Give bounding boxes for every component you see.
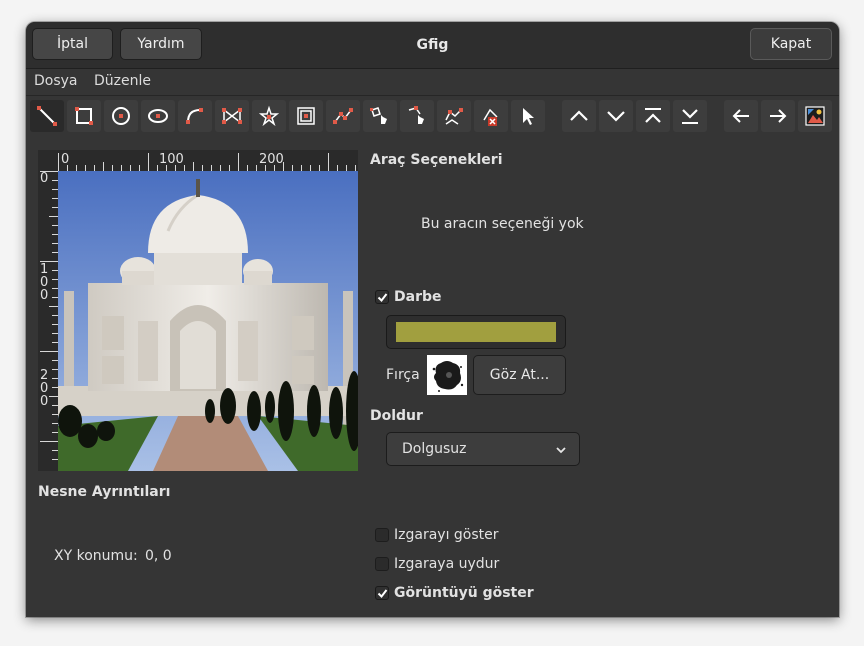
show-image-label[interactable]: Görüntüyü göster (394, 585, 534, 601)
ruler-horizontal: 0 100 200 (58, 150, 358, 171)
menu-edit[interactable]: Düzenle (94, 73, 151, 89)
toolbar (26, 96, 839, 138)
lower-icon (607, 111, 625, 122)
select-pointer-button[interactable] (511, 100, 545, 132)
show-all-button[interactable] (798, 100, 832, 132)
ruler-vertical-ticks (40, 171, 58, 460)
line-tool-button[interactable] (30, 100, 64, 132)
show-grid-label[interactable]: Izgarayı göster (394, 527, 499, 543)
move-point-icon (408, 106, 424, 124)
ruler-corner (38, 150, 58, 171)
circle-tool-button[interactable] (104, 100, 138, 132)
lower-to-bottom-icon (682, 109, 698, 124)
raise-icon (570, 110, 588, 121)
check-icon (377, 589, 388, 599)
stroke-color-button[interactable] (386, 315, 566, 349)
previous-button[interactable] (724, 100, 758, 132)
polygon-tool-button[interactable] (215, 100, 249, 132)
star-tool-button[interactable] (252, 100, 286, 132)
xy-position-value: 0, 0 (145, 548, 172, 564)
ruler-horizontal-ticks (58, 153, 356, 171)
preview-image (58, 171, 358, 471)
raise-to-top-icon (645, 108, 661, 123)
xy-position-label: XY konumu: (54, 548, 138, 564)
brush-label: Fırça (386, 367, 420, 383)
rectangle-tool-icon (75, 107, 93, 125)
show-image-checkbox[interactable] (375, 586, 389, 600)
previous-icon (732, 109, 749, 123)
ellipse-tool-button[interactable] (141, 100, 175, 132)
ruler-vertical: 0 100 200 (38, 171, 58, 471)
line-tool-icon (37, 106, 57, 126)
header-bar: İptal Yardım Gfig Kapat (26, 22, 839, 69)
fill-type-value: Dolgusuz (402, 441, 467, 457)
show-grid-checkbox[interactable] (375, 528, 389, 542)
raise-button[interactable] (562, 100, 596, 132)
brush-browse-button[interactable]: Göz At... (473, 355, 566, 395)
chevron-down-icon (556, 447, 566, 454)
fill-type-select[interactable]: Dolgusuz (386, 432, 580, 466)
circle-tool-icon (112, 107, 130, 125)
menu-file[interactable]: Dosya (34, 73, 78, 89)
object-details-heading: Nesne Ayrıntıları (38, 484, 171, 500)
preview-canvas[interactable] (58, 171, 358, 471)
ruler-top-label: 200 (259, 152, 284, 167)
stroke-color-swatch (396, 322, 556, 342)
stroke-checkbox[interactable] (375, 290, 389, 304)
snap-to-grid-label[interactable]: Izgaraya uydur (394, 556, 499, 572)
cancel-button[interactable]: İptal (32, 28, 113, 60)
copy-object-button[interactable] (437, 100, 471, 132)
bezier-tool-button[interactable] (326, 100, 360, 132)
ruler-left-label: 100 (40, 262, 49, 303)
arc-tool-button[interactable] (178, 100, 212, 132)
copy-object-icon (445, 108, 463, 125)
ruler-left-label: 0 (40, 171, 49, 186)
move-point-button[interactable] (400, 100, 434, 132)
tool-options-message: Bu aracın seçeneği yok (421, 216, 584, 232)
star-tool-icon (258, 105, 280, 127)
spiral-tool-icon (297, 107, 315, 125)
snap-to-grid-checkbox[interactable] (375, 557, 389, 571)
brush-preview (427, 355, 467, 395)
tool-options-heading: Araç Seçenekleri (370, 152, 503, 168)
next-button[interactable] (761, 100, 795, 132)
spiral-tool-button[interactable] (289, 100, 323, 132)
ruler-left-label: 200 (40, 368, 49, 409)
stroke-label[interactable]: Darbe (394, 289, 442, 305)
ruler-top-label: 100 (159, 152, 184, 167)
delete-object-button[interactable] (474, 100, 508, 132)
raise-to-top-button[interactable] (636, 100, 670, 132)
show-all-icon (805, 106, 825, 126)
move-object-icon (370, 107, 387, 124)
fill-heading: Doldur (370, 408, 423, 424)
check-icon (377, 293, 388, 303)
bezier-tool-icon (333, 108, 353, 124)
lower-button[interactable] (599, 100, 633, 132)
ruler-top-label: 0 (61, 152, 70, 167)
menubar: Dosya Düzenle (26, 69, 839, 96)
move-object-button[interactable] (363, 100, 397, 132)
gfig-dialog: İptal Yardım Gfig Kapat Dosya Düzenle 0 … (26, 22, 839, 617)
polygon-tool-icon (222, 108, 242, 124)
ellipse-tool-icon (148, 109, 168, 123)
lower-to-bottom-button[interactable] (673, 100, 707, 132)
arc-tool-icon (186, 108, 203, 124)
rectangle-tool-button[interactable] (67, 100, 101, 132)
help-button[interactable]: Yardım (120, 28, 202, 60)
brush-icon (432, 361, 464, 392)
select-pointer-icon (523, 108, 534, 125)
next-icon (770, 109, 787, 123)
close-button[interactable]: Kapat (750, 28, 832, 60)
delete-object-icon (483, 108, 498, 126)
